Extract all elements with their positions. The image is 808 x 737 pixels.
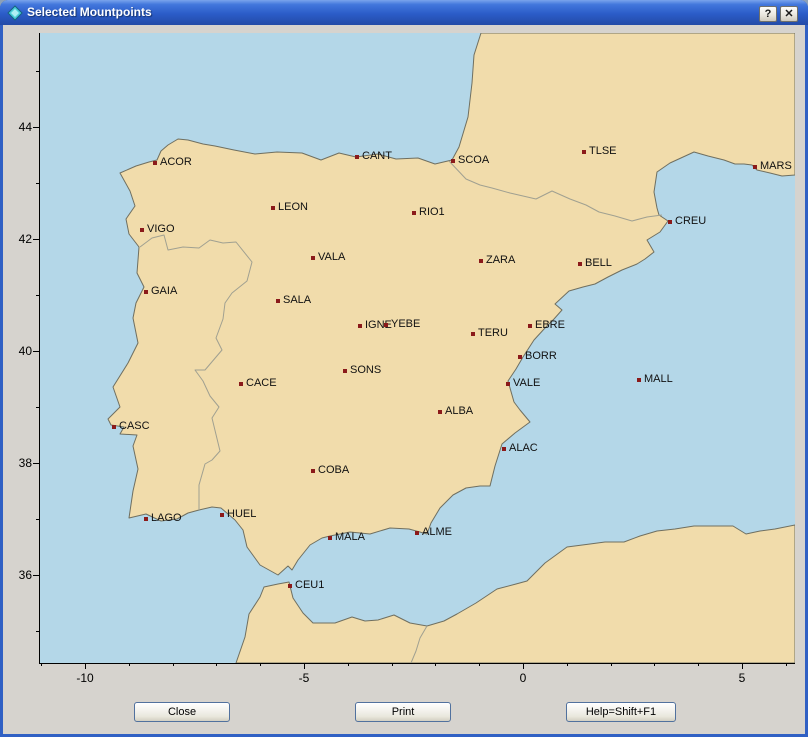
help-button[interactable]: Help=Shift+F1 xyxy=(566,702,676,722)
print-button[interactable]: Print xyxy=(355,702,451,722)
coastline-map xyxy=(40,33,795,663)
map-plot xyxy=(40,33,795,663)
dialog-window: Selected Mountpoints ? ✕ -10-50536384042… xyxy=(0,0,808,737)
titlebar[interactable]: Selected Mountpoints ? ✕ xyxy=(0,0,808,25)
iberia-france-landmass xyxy=(108,33,795,575)
close-button[interactable]: Close xyxy=(134,702,230,722)
north-africa-landmass xyxy=(236,525,795,663)
window-title: Selected Mountpoints xyxy=(27,0,152,25)
app-icon xyxy=(7,5,23,21)
titlebar-help-button[interactable]: ? xyxy=(759,6,777,22)
titlebar-close-icon[interactable]: ✕ xyxy=(780,6,798,22)
